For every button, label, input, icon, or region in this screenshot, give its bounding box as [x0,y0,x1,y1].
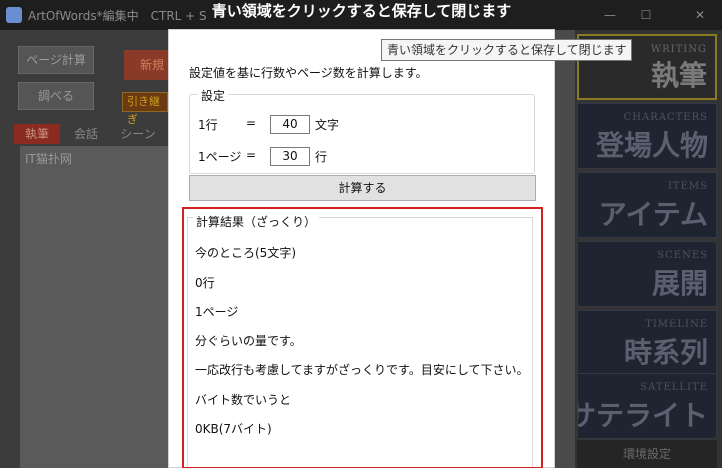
quote-button[interactable]: 引き継ぎ [122,92,168,126]
environment-settings-button[interactable]: 環境設定 [577,440,717,468]
lines-per-page-input[interactable]: 30 [270,147,310,166]
chars-per-line-unit: 文字 [315,118,340,132]
tab-writing[interactable]: 執筆 [14,124,60,144]
lookup-button[interactable]: 調べる [18,82,94,110]
side-card-characters[interactable]: CHARACTERS 登場人物 [577,103,717,169]
card-jp-label: 時系列 [623,336,708,369]
app-logo-icon [6,7,22,23]
page-calc-button[interactable]: ページ計算 [18,46,94,74]
tooltip: 青い領域をクリックすると保存して閉じます [381,39,632,61]
card-jp-label: 執筆 [650,59,707,92]
close-icon[interactable]: ✕ [690,5,710,25]
right-scrollbar[interactable] [555,30,575,468]
side-card-items[interactable]: ITEMS アイテム [577,172,717,238]
chars-per-line-label: 1行 [198,118,218,132]
tab-scene[interactable]: シーン [112,124,164,144]
result-page-count: 1ページ [195,305,239,319]
chars-per-line-input[interactable]: 40 [270,115,310,134]
settings-group: 設定 1行 = 40 文字 1ページ = 30 行 [189,87,535,174]
result-bytes-value: 0KB(7バイト) [195,422,272,436]
tab-dialogue[interactable]: 会話 [64,124,108,144]
card-en-label: ITEMS [667,181,708,192]
side-card-scenes[interactable]: SCENES 展開 [577,241,717,307]
new-button[interactable]: 新規 [124,50,168,80]
settings-legend: 設定 [198,87,229,104]
maximize-icon[interactable]: ☐ [636,5,656,25]
result-amount-text: 分ぐらいの量です。 [195,334,302,348]
chars-per-line-equals: = [246,116,257,130]
card-jp-label: 登場人物 [595,129,708,162]
card-jp-label: 展開 [651,267,708,300]
side-card-satellite[interactable]: SATELLITE サテライト [577,373,717,439]
result-note: 一応改行も考慮してますがざっくりです。目安にして下さい。 [195,363,529,377]
dialog-description: 設定値を基に行数やページ数を計算します。 [189,66,428,80]
card-jp-label: アイテム [598,198,708,231]
minimize-icon[interactable]: — [600,5,620,25]
lines-per-page-equals: = [246,148,257,162]
card-en-label: SATELLITE [640,382,708,393]
result-line-count: 0行 [195,276,215,290]
card-jp-label: サテライト [577,399,708,432]
card-en-label: TIMELINE [645,319,708,330]
card-en-label: SCENES [657,250,708,261]
lines-per-page-unit: 行 [315,150,328,164]
lines-per-page-label: 1ページ [198,150,242,164]
result-bytes-label: バイト数でいうと [195,393,292,407]
text-editor[interactable] [20,146,170,468]
result-char-count: 今のところ(5文字) [195,246,296,260]
editor-content: IT猫扑网 [25,152,72,166]
save-close-banner[interactable]: 青い領域をクリックすると保存して閉じます [168,0,555,30]
card-en-label: CHARACTERS [623,112,708,123]
calculate-button[interactable]: 計算する [189,175,536,201]
page-calc-dialog: 設定値を基に行数やページ数を計算します。 設定 1行 = 40 文字 1ページ … [168,29,555,468]
side-card-timeline[interactable]: TIMELINE 時系列 [577,310,717,376]
